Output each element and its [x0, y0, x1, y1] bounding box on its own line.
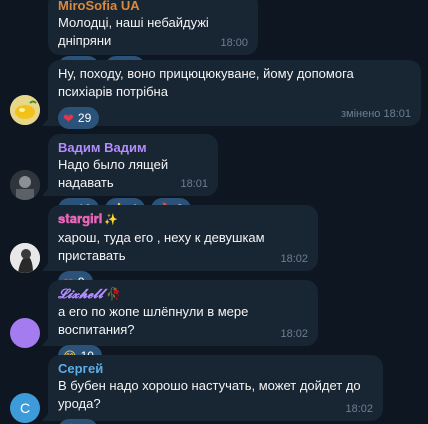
message-text: а его по жопе шлёпнули в мере воспитания… — [58, 304, 249, 337]
chat-message-list[interactable]: MiroSofia UA Молодці, наші небайдужі дні… — [0, 0, 428, 424]
purple-avatar[interactable] — [10, 318, 40, 348]
sparkle-icon: ✨ — [104, 214, 118, 226]
message-time: 18:02 — [280, 253, 308, 265]
message-bubble[interactable]: Ну, походу, воно прицюцюкуване, йому доп… — [42, 60, 421, 129]
author-name: 𝐬𝐭𝐚𝐫𝐠𝐢𝐫𝐥 — [58, 211, 103, 226]
reaction-thumbs-up[interactable]: 👍 8 — [58, 419, 98, 424]
message-text: В бубен надо хорошо настучать, может дой… — [58, 378, 361, 411]
message-time: 18:02 — [280, 328, 308, 340]
avatar[interactable]: С — [10, 393, 40, 423]
message-author[interactable]: Сергей — [58, 360, 373, 377]
author-name: 𝓛𝓲𝔁𝓱𝓮𝓵𝓵 — [58, 286, 104, 301]
reactions-bar: 👍 8 — [58, 419, 373, 424]
message-time: 18:00 — [220, 37, 248, 49]
photo-avatar-icon[interactable] — [10, 243, 40, 273]
message-author[interactable]: Вадим Вадим — [58, 139, 208, 156]
message-author[interactable]: 𝐬𝐭𝐚𝐫𝐠𝐢𝐫𝐥 ✨ — [58, 210, 308, 229]
message-bubble[interactable]: 𝐬𝐭𝐚𝐫𝐠𝐢𝐫𝐥 ✨ харош, туда его , неху к девуш… — [42, 205, 318, 293]
message-author[interactable]: 𝓛𝓲𝔁𝓱𝓮𝓵𝓵 🥀 — [58, 285, 308, 303]
message-time: змінено 18:01 — [340, 108, 411, 120]
heart-icon: ❤ — [63, 110, 74, 126]
message-bubble[interactable]: Сергей В бубен надо хорошо настучать, мо… — [42, 355, 383, 424]
reaction-heart[interactable]: ❤ 29 — [58, 107, 100, 129]
avatar-letter: С — [19, 400, 31, 416]
message-text: харош, туда его , неху к девушкам приста… — [58, 230, 265, 263]
message-time: 18:01 — [180, 178, 208, 190]
rose-icon: 🥀 — [106, 287, 122, 301]
reaction-count: 29 — [77, 111, 92, 125]
message-bubble[interactable]: Вадим Вадим Надо было лящей надавать ❤ 1… — [42, 134, 218, 220]
message-time: 18:02 — [345, 403, 373, 415]
message-author[interactable]: MiroSofia UA — [58, 0, 248, 14]
photo-avatar-icon[interactable] — [10, 170, 40, 200]
message-text: Ну, походу, воно прицюцюкуване, йому доп… — [58, 66, 354, 99]
message-bubble[interactable]: 𝓛𝓲𝔁𝓱𝓮𝓵𝓵 🥀 а его по жопе шлёпнули в мере в… — [42, 280, 318, 367]
message-bubble[interactable]: MiroSofia UA Молодці, наші небайдужі дні… — [48, 0, 258, 78]
lemon-avatar-icon[interactable] — [10, 95, 40, 125]
